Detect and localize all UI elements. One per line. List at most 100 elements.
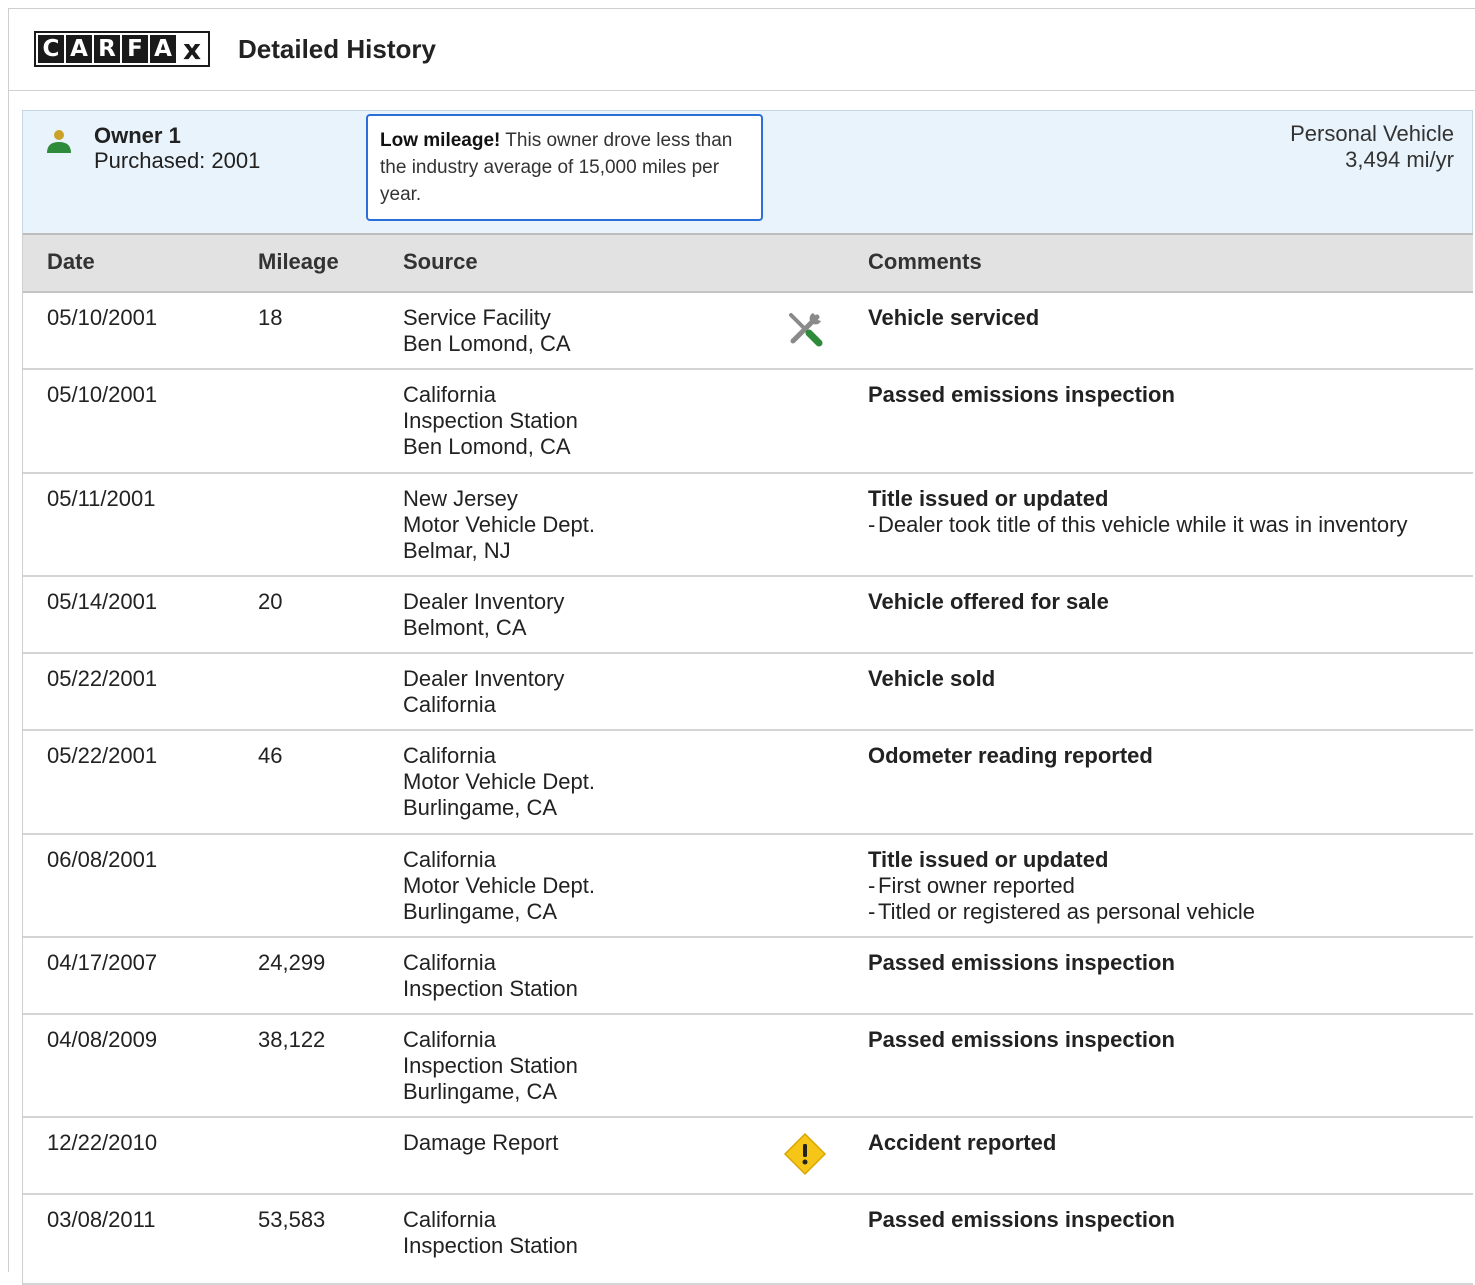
- comment-title: Vehicle offered for sale: [868, 589, 1109, 614]
- source-line: Inspection Station: [403, 408, 578, 433]
- row-comments: Passed emissions inspection: [868, 1207, 1428, 1233]
- table-row: 05/10/2001 18 Service Facility Ben Lomond, …: [23, 293, 1473, 370]
- history-table: Date Mileage Source Comments 05/10/2001 1…: [22, 233, 1473, 1285]
- table-body: 05/10/2001 18 Service Facility Ben Lomond, …: [23, 293, 1473, 1285]
- miles-per-year: 3,494 mi/yr: [1345, 147, 1454, 172]
- row-mileage: 38,122: [258, 1027, 326, 1052]
- logo-letter: A: [150, 35, 176, 63]
- row-mileage: 18: [258, 305, 283, 330]
- source-line: Motor Vehicle Dept.: [403, 873, 595, 898]
- owner-vehicle-stats: Personal Vehicle 3,494 mi/yr: [1290, 121, 1454, 173]
- row-date: 06/08/2001: [47, 847, 158, 872]
- source-line: Ben Lomond, CA: [403, 434, 571, 459]
- comment-item: First owner reported: [868, 873, 1428, 899]
- row-source: Service Facility Ben Lomond, CA: [403, 305, 571, 357]
- row-comments: Title issued or updatedFirst owner repor…: [868, 847, 1428, 925]
- callout-heading: Low mileage!: [380, 130, 501, 151]
- row-source: Dealer Inventory California: [403, 666, 564, 718]
- row-comments: Passed emissions inspection: [868, 382, 1428, 408]
- row-date: 12/22/2010: [47, 1130, 158, 1155]
- column-header-mileage: Mileage: [258, 249, 339, 274]
- row-source: California Inspection Station: [403, 950, 578, 1002]
- source-line: California: [403, 692, 496, 717]
- low-mileage-callout: Low mileage! This owner drove less than …: [366, 114, 763, 221]
- comment-title: Title issued or updated: [868, 486, 1109, 511]
- column-header-date: Date: [47, 249, 95, 274]
- source-line: Burlingame, CA: [403, 899, 558, 924]
- comment-item: Titled or registered as personal vehicle: [868, 899, 1428, 925]
- source-line: Motor Vehicle Dept.: [403, 512, 595, 537]
- comment-title: Title issued or updated: [868, 847, 1109, 872]
- logo-letter: C: [38, 35, 64, 63]
- page-title: Detailed History: [238, 34, 436, 64]
- source-line: Service Facility: [403, 305, 551, 330]
- source-line: Belmar, NJ: [403, 538, 511, 563]
- row-date: 04/17/2007: [47, 950, 158, 975]
- comment-title: Passed emissions inspection: [868, 1027, 1175, 1052]
- row-source: California Inspection Station Burlingame, …: [403, 1027, 578, 1105]
- row-comments: Vehicle sold: [868, 666, 1428, 692]
- row-date: 05/11/2001: [47, 486, 156, 511]
- table-row: 04/08/2009 38,122 California Inspection Sta…: [23, 1015, 1473, 1118]
- table-row: 05/22/2001 Dealer Inventory California Vehi…: [23, 654, 1473, 731]
- row-mileage: 53,583: [258, 1207, 326, 1232]
- source-line: California: [403, 382, 496, 407]
- table-row: 04/17/2007 24,299 California Inspection Sta…: [23, 938, 1473, 1015]
- logo-letter: R: [94, 35, 120, 63]
- source-line: California: [403, 1027, 496, 1052]
- row-source: Dealer Inventory Belmont, CA: [403, 589, 564, 641]
- source-line: California: [403, 743, 496, 768]
- source-line: California: [403, 950, 496, 975]
- table-row: 05/11/2001 New Jersey Motor Vehicle Dept. B…: [23, 474, 1473, 577]
- row-mileage: 46: [258, 743, 283, 768]
- comment-title: Vehicle serviced: [868, 305, 1040, 330]
- row-mileage: 24,299: [258, 950, 326, 975]
- logo-letter: x: [178, 35, 206, 65]
- source-line: Ben Lomond, CA: [403, 331, 571, 356]
- row-source: California Inspection Station: [403, 1207, 578, 1259]
- row-source: California Motor Vehicle Dept. Burlingame,…: [403, 847, 595, 925]
- row-comments: Accident reported: [868, 1130, 1428, 1156]
- row-date: 05/10/2001: [47, 305, 158, 330]
- table-row: 06/08/2001 California Motor Vehicle Dept. B…: [23, 835, 1473, 938]
- comment-title: Accident reported: [868, 1130, 1057, 1155]
- source-line: Burlingame, CA: [403, 1079, 558, 1104]
- comment-item: Dealer took title of this vehicle while …: [868, 512, 1428, 538]
- row-source: Damage Report: [403, 1130, 558, 1156]
- source-line: Inspection Station: [403, 976, 578, 1001]
- row-mileage: 20: [258, 589, 283, 614]
- report-frame: CARFAx Detailed History Owner 1 Purchase…: [8, 8, 1475, 1285]
- wrench-screwdriver-icon: [783, 307, 827, 351]
- table-row: 05/10/2001 California Inspection Station Be…: [23, 370, 1473, 474]
- source-line: Inspection Station: [403, 1053, 578, 1078]
- row-source: New Jersey Motor Vehicle Dept. Belmar, NJ: [403, 486, 595, 564]
- row-source: California Motor Vehicle Dept. Burlingame,…: [403, 743, 595, 821]
- source-line: California: [403, 1207, 496, 1232]
- report-header: CARFAx Detailed History: [9, 9, 1475, 91]
- owner-summary-panel: Owner 1 Purchased: 2001 Low mileage! Thi…: [22, 110, 1473, 235]
- row-date: 05/22/2001: [47, 666, 158, 691]
- row-comments: Vehicle serviced: [868, 305, 1428, 331]
- warning-icon: [783, 1132, 827, 1176]
- row-comments: Odometer reading reported: [868, 743, 1428, 769]
- source-line: Burlingame, CA: [403, 795, 558, 820]
- source-line: Dealer Inventory: [403, 666, 565, 691]
- source-line: Motor Vehicle Dept.: [403, 769, 595, 794]
- comment-title: Passed emissions inspection: [868, 1207, 1175, 1232]
- logo-letter: F: [122, 35, 148, 63]
- owner-name: Owner 1: [94, 123, 181, 148]
- comment-title: Passed emissions inspection: [868, 950, 1175, 975]
- row-date: 04/08/2009: [47, 1027, 158, 1052]
- source-line: Damage Report: [403, 1130, 559, 1155]
- row-comments: Passed emissions inspection: [868, 1027, 1428, 1053]
- row-source: California Inspection Station Ben Lomond, …: [403, 382, 578, 460]
- row-date: 05/10/2001: [47, 382, 158, 407]
- column-header-comments: Comments: [868, 249, 982, 274]
- row-date: 05/14/2001: [47, 589, 158, 614]
- row-comments: Vehicle offered for sale: [868, 589, 1428, 615]
- source-line: New Jersey: [403, 486, 518, 511]
- source-line: Inspection Station: [403, 1233, 578, 1258]
- source-line: Dealer Inventory: [403, 589, 565, 614]
- owner-purchased: Purchased: 2001: [94, 148, 261, 173]
- comment-title: Vehicle sold: [868, 666, 996, 691]
